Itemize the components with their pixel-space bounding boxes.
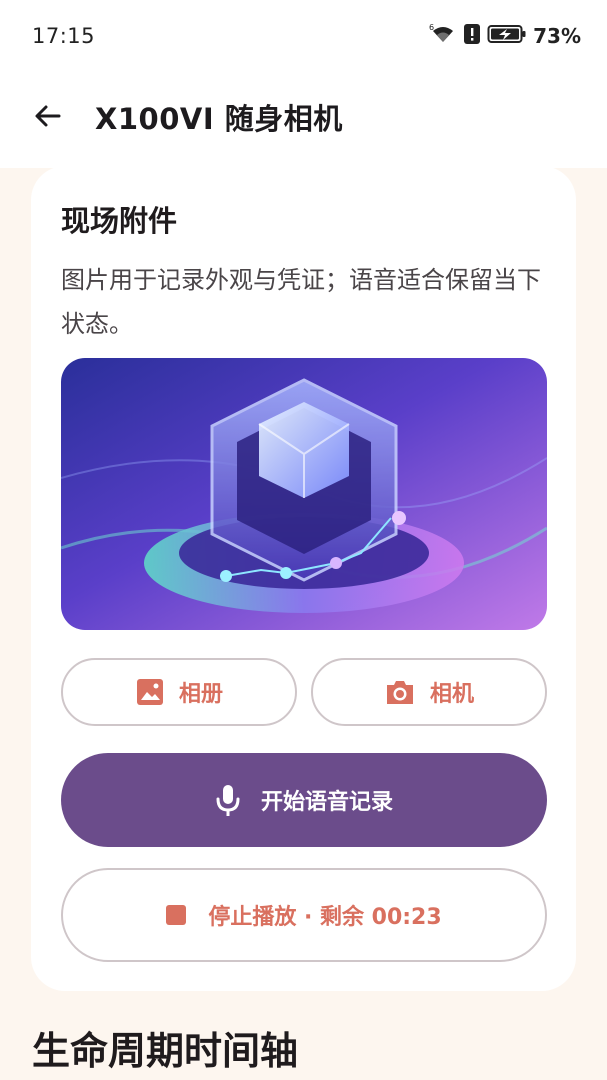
hero-illustration <box>61 358 547 630</box>
card-description: 图片用于记录外观与凭证；语音适合保留当下状态。 <box>61 266 541 338</box>
stop-icon <box>166 905 187 925</box>
app-bar: X100VI 随身相机 <box>0 86 607 148</box>
back-button[interactable] <box>28 96 68 136</box>
arrow-left-icon <box>35 105 61 127</box>
camera-icon <box>386 681 413 704</box>
start-voice-record-label: 开始语音记录 <box>260 790 393 815</box>
top-bar: 17:15 6 73% X100VI 随身相机 <box>0 0 607 168</box>
attachments-card: 现场附件 图片用于记录外观与凭证；语音适合保留当下状态。 相册 相机 开始语音记… <box>31 166 576 991</box>
start-voice-record-button[interactable]: 开始语音记录 <box>61 753 547 847</box>
mic-icon <box>216 785 240 816</box>
page-title: X100VI 随身相机 <box>95 102 343 136</box>
status-icons: 6 73% <box>429 22 581 50</box>
svg-text:6: 6 <box>429 23 434 32</box>
wifi-icon: 6 <box>429 22 457 50</box>
stop-playback-label: 停止播放 · 剩余 00:23 <box>208 905 442 930</box>
stop-playback-button[interactable]: 停止播放 · 剩余 00:23 <box>61 868 547 962</box>
status-time: 17:15 <box>32 24 96 48</box>
attachment-source-row: 相册 相机 <box>61 658 547 726</box>
card-title: 现场附件 <box>61 204 178 238</box>
status-bar: 17:15 6 73% <box>0 18 607 54</box>
album-button[interactable]: 相册 <box>61 658 297 726</box>
battery-charging-icon <box>487 22 527 50</box>
lifecycle-timeline-title: 生命周期时间轴 <box>32 1029 299 1073</box>
battery-percent: 73% <box>533 24 581 48</box>
camera-button-label: 相机 <box>429 682 474 707</box>
album-button-label: 相册 <box>178 682 223 707</box>
camera-button[interactable]: 相机 <box>311 658 547 726</box>
alert-icon <box>463 22 481 50</box>
image-icon <box>136 679 163 705</box>
